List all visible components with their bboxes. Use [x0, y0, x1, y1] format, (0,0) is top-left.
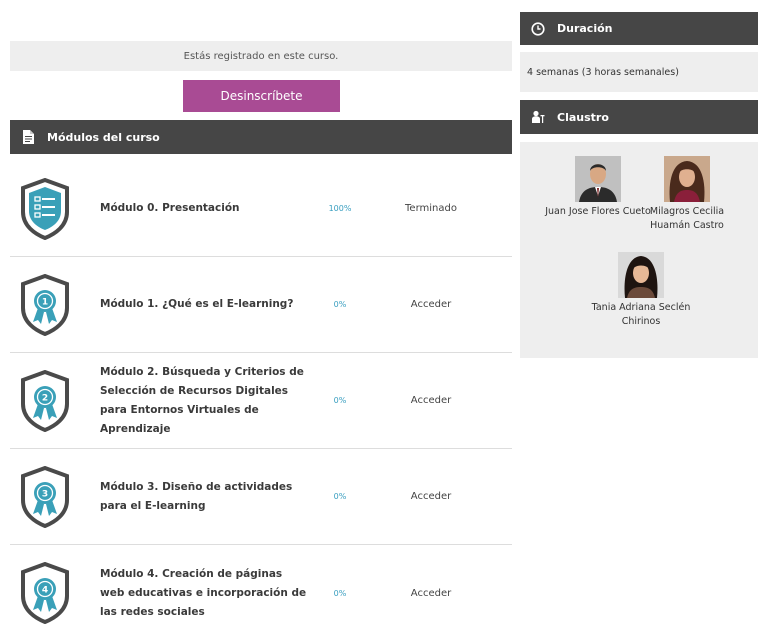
- avatar: [575, 156, 621, 202]
- svg-text:4: 4: [42, 586, 48, 596]
- modules-section-title: Módulos del curso: [47, 130, 160, 144]
- module-access-link[interactable]: Acceder: [371, 491, 491, 502]
- faculty-member[interactable]: Milagros Cecilia Huamán Castro: [632, 156, 742, 233]
- duration-panel: 4 semanas (3 horas semanales): [520, 52, 758, 92]
- module-progress: 0%: [333, 396, 347, 405]
- svg-text:3: 3: [42, 489, 48, 499]
- module-progress: 0%: [333, 300, 347, 309]
- faculty-panel: Juan Jose Flores Cueto Milagros Cecilia …: [520, 142, 758, 358]
- registration-notice-text: Estás registrado en este curso.: [183, 50, 339, 62]
- avatar: [664, 156, 710, 202]
- ribbon-badge-icon: 4: [21, 562, 69, 624]
- module-row: Módulo 0. Presentación 100% Terminado: [10, 161, 512, 257]
- module-title[interactable]: Módulo 4. Creación de páginas web educat…: [100, 565, 308, 622]
- svg-text:2: 2: [42, 393, 48, 403]
- module-row: 2 Módulo 2. Búsqueda y Criterios de Sele…: [10, 353, 512, 449]
- modules-section-header: Módulos del curso: [10, 120, 512, 154]
- ribbon-badge-icon: 1: [21, 273, 69, 336]
- module-progress: 0%: [333, 492, 347, 501]
- module-progress: 0%: [333, 588, 347, 598]
- ribbon-badge-icon: 2: [21, 369, 69, 432]
- module-access-link[interactable]: Acceder: [371, 299, 491, 310]
- svg-text:1: 1: [42, 297, 48, 307]
- avatar: [618, 252, 664, 298]
- unsubscribe-button-label: Desinscríbete: [220, 89, 303, 103]
- duration-header: Duración: [520, 12, 758, 45]
- module-row: 1 Módulo 1. ¿Qué es el E-learning? 0% Ac…: [10, 257, 512, 353]
- faculty-member-name: Milagros Cecilia Huamán Castro: [649, 206, 725, 231]
- teacher-icon: [530, 109, 546, 125]
- faculty-member-name: Tania Adriana Seclén Chirinos: [591, 302, 691, 327]
- module-access-link[interactable]: Acceder: [371, 395, 491, 406]
- faculty-member[interactable]: Tania Adriana Seclén Chirinos: [586, 252, 696, 329]
- clock-icon: [530, 21, 546, 37]
- registration-notice: Estás registrado en este curso.: [10, 41, 512, 71]
- faculty-title: Claustro: [557, 110, 609, 124]
- document-icon: [20, 129, 36, 145]
- module-title[interactable]: Módulo 1. ¿Qué es el E-learning?: [100, 295, 308, 314]
- module-title[interactable]: Módulo 2. Búsqueda y Criterios de Selecc…: [100, 363, 308, 439]
- unsubscribe-button[interactable]: Desinscríbete: [183, 80, 340, 112]
- module-status-completed: Terminado: [405, 203, 457, 214]
- modules-list: Módulo 0. Presentación 100% Terminado 1 …: [10, 161, 512, 641]
- duration-title: Duración: [557, 22, 613, 35]
- module-row: 3 Módulo 3. Diseño de actividades para e…: [10, 449, 512, 545]
- module-title[interactable]: Módulo 3. Diseño de actividades para el …: [100, 478, 308, 516]
- list-badge-icon: [21, 177, 69, 240]
- ribbon-badge-icon: 3: [21, 465, 69, 528]
- faculty-header: Claustro: [520, 100, 758, 134]
- module-progress: 100%: [328, 204, 352, 213]
- module-access-link[interactable]: Acceder: [371, 588, 491, 599]
- module-title[interactable]: Módulo 0. Presentación: [100, 199, 308, 218]
- module-row: 4 Módulo 4. Creación de páginas web educ…: [10, 545, 512, 641]
- duration-value: 4 semanas (3 horas semanales): [527, 66, 679, 78]
